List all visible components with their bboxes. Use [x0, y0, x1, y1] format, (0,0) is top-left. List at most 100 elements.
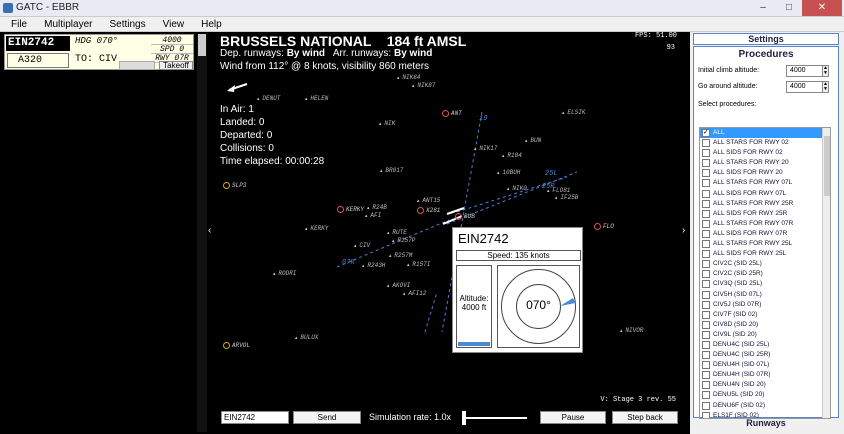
procedure-item[interactable]: ALL STARS FOR RWY 25L — [700, 239, 830, 249]
procedure-item[interactable]: ALL SIDS FOR RWY 02 — [700, 148, 830, 158]
procedure-checkbox[interactable] — [702, 330, 710, 339]
strip-speed[interactable]: SPD 0 — [151, 45, 193, 54]
go-around-spinner[interactable]: ▲ ▼ — [822, 81, 829, 93]
procedure-item[interactable]: ALL STARS FOR RWY 07L — [700, 178, 830, 188]
fix-nik84[interactable]: NIK84 — [397, 74, 420, 81]
fix-elsik[interactable]: ELSIK — [562, 109, 585, 116]
close-button[interactable]: ✕ — [802, 0, 842, 16]
procedure-item[interactable]: ALL STARS FOR RWY 20 — [700, 158, 830, 168]
collapse-right-icon[interactable]: › — [682, 225, 685, 236]
procedure-item[interactable]: CIV2C (SID 25L) — [700, 259, 830, 269]
procedure-item[interactable]: ALL STARS FOR RWY 07R — [700, 219, 830, 229]
fix-r104[interactable]: R104 — [502, 152, 521, 159]
fix-10buh[interactable]: 10BUH — [497, 169, 520, 176]
fix-flo81[interactable]: IF25B — [555, 194, 578, 201]
maximize-button[interactable]: □ — [776, 0, 802, 16]
strip-scrollbar[interactable] — [197, 34, 207, 432]
heading-compass[interactable]: 070° — [497, 265, 580, 348]
procedure-checkbox[interactable] — [702, 310, 710, 319]
procedure-item[interactable]: DENU4N (SID 20) — [700, 380, 830, 390]
fix-flo10[interactable]: FLO81 — [547, 187, 570, 194]
runways-tab[interactable]: Runways — [693, 418, 839, 432]
procedure-checkbox[interactable] — [702, 290, 710, 299]
strip-scroll-thumb[interactable] — [198, 34, 206, 56]
vor-bub[interactable]: BUB — [455, 213, 475, 220]
procedure-checkbox[interactable] — [702, 320, 710, 329]
fix-helen[interactable]: HELEN — [305, 95, 328, 102]
collapse-left-icon[interactable]: ‹ — [208, 225, 211, 236]
pause-button[interactable]: Pause — [540, 411, 606, 424]
fix-rodri[interactable]: KERKY — [305, 225, 328, 232]
fix-nik0[interactable]: RUTE — [387, 229, 406, 236]
procedure-checkbox[interactable] — [702, 219, 710, 228]
menu-multiplayer[interactable]: Multiplayer — [33, 17, 98, 31]
procedure-item[interactable]: ALL — [700, 128, 830, 139]
procedure-checkbox[interactable] — [702, 391, 710, 400]
procedure-checkbox[interactable] — [702, 381, 710, 390]
procedure-item[interactable]: ALL SIDS FOR RWY 20 — [700, 168, 830, 178]
procedure-item[interactable]: CIV5H (SID 07L) — [700, 290, 830, 300]
send-button[interactable]: Send — [293, 411, 361, 424]
fix-akovi[interactable]: RODRI — [273, 270, 296, 277]
procedure-scroll-thumb[interactable] — [824, 136, 830, 196]
procedure-item[interactable]: CIV2C (SID 25R) — [700, 269, 830, 279]
fix-r243h[interactable]: R257M — [389, 252, 412, 259]
fix-r257m[interactable]: CIV — [354, 242, 370, 249]
slider-thumb[interactable] — [462, 411, 466, 425]
fix-r157p[interactable]: R157I — [407, 261, 430, 268]
vor-x281[interactable]: X281 — [417, 207, 440, 214]
procedure-checkbox[interactable] — [702, 300, 710, 309]
menu-file[interactable]: File — [0, 17, 33, 31]
procedure-item[interactable]: DENU4C (SID 25L) — [700, 340, 830, 350]
fix-r157i[interactable]: R243H — [362, 262, 385, 269]
vor-ant[interactable]: ANT — [442, 110, 462, 117]
vor-flo[interactable]: FLO — [594, 223, 614, 230]
procedure-checkbox[interactable] — [702, 371, 710, 380]
strip-heading[interactable]: HDG 070° — [75, 36, 118, 46]
fix-nik[interactable]: NIK — [379, 120, 395, 127]
procedure-checkbox[interactable] — [702, 149, 710, 158]
procedure-item[interactable]: CIV8D (SID 20) — [700, 320, 830, 330]
procedure-checkbox[interactable] — [702, 128, 710, 138]
fix-denut[interactable]: DENUT — [257, 95, 280, 102]
procedure-item[interactable]: CIV9L (SID 20) — [700, 330, 830, 340]
fix-r24b[interactable]: R157P — [392, 237, 415, 244]
procedure-item[interactable]: CIV5J (SID 07R) — [700, 300, 830, 310]
procedure-checkbox[interactable] — [702, 240, 710, 249]
fix-nik17[interactable]: NIK17 — [474, 145, 497, 152]
menu-help[interactable]: Help — [190, 17, 228, 31]
procedure-checkbox[interactable] — [702, 169, 710, 178]
aircraft-info-panel[interactable]: EIN2742 Speed: 135 knots Altitude: 4000 … — [452, 227, 583, 353]
menu-view[interactable]: View — [152, 17, 191, 31]
airport-arvol[interactable]: ARVOL — [223, 342, 250, 349]
step-back-button[interactable]: Step back — [612, 411, 678, 424]
menu-settings[interactable]: Settings — [98, 17, 151, 31]
vor-kerky[interactable]: KERKY — [337, 206, 364, 213]
procedure-item[interactable]: ALL SIDS FOR RWY 25L — [700, 249, 830, 259]
procedure-checkbox[interactable] — [702, 159, 710, 168]
fix-afi[interactable]: AFI — [365, 212, 381, 219]
fix-civ[interactable]: BULUX — [295, 334, 318, 341]
takeoff-button[interactable]: Takeoff — [159, 61, 193, 70]
fix-rute[interactable]: R24B — [367, 204, 386, 211]
climb-spinner[interactable]: ▲ ▼ — [822, 65, 829, 77]
procedure-item[interactable]: DENU6F (SID 02) — [700, 401, 830, 411]
procedure-checkbox[interactable] — [702, 361, 710, 370]
strip-altitude[interactable]: 4000 — [151, 36, 193, 45]
flight-strip[interactable]: EIN2742 A320 HDG 070° TO: CIV 4000 SPD 0… — [4, 34, 194, 70]
procedure-checkbox[interactable] — [702, 209, 710, 218]
simulation-rate-slider[interactable] — [459, 409, 531, 425]
procedure-checkbox[interactable] — [702, 270, 710, 279]
airport-slp3[interactable]: SLP3 — [223, 182, 246, 189]
procedure-checkbox[interactable] — [702, 260, 710, 269]
fix-nivor[interactable]: AFI12 — [403, 290, 426, 297]
strip-blank-button[interactable] — [119, 61, 155, 70]
procedure-checkbox[interactable] — [702, 179, 710, 188]
fix-afi12[interactable]: AKOVI — [387, 282, 410, 289]
procedure-checkbox[interactable] — [702, 401, 710, 410]
radar-screen[interactable]: 25L 07R 25R 19 BRUSSELS NATIONAL 184 ft … — [217, 32, 680, 406]
procedure-item[interactable]: ALL STARS FOR RWY 25R — [700, 199, 830, 209]
go-around-input[interactable]: 4000 — [786, 81, 824, 93]
procedure-checkbox[interactable] — [702, 280, 710, 289]
procedure-item[interactable]: DENU4C (SID 25R) — [700, 350, 830, 360]
